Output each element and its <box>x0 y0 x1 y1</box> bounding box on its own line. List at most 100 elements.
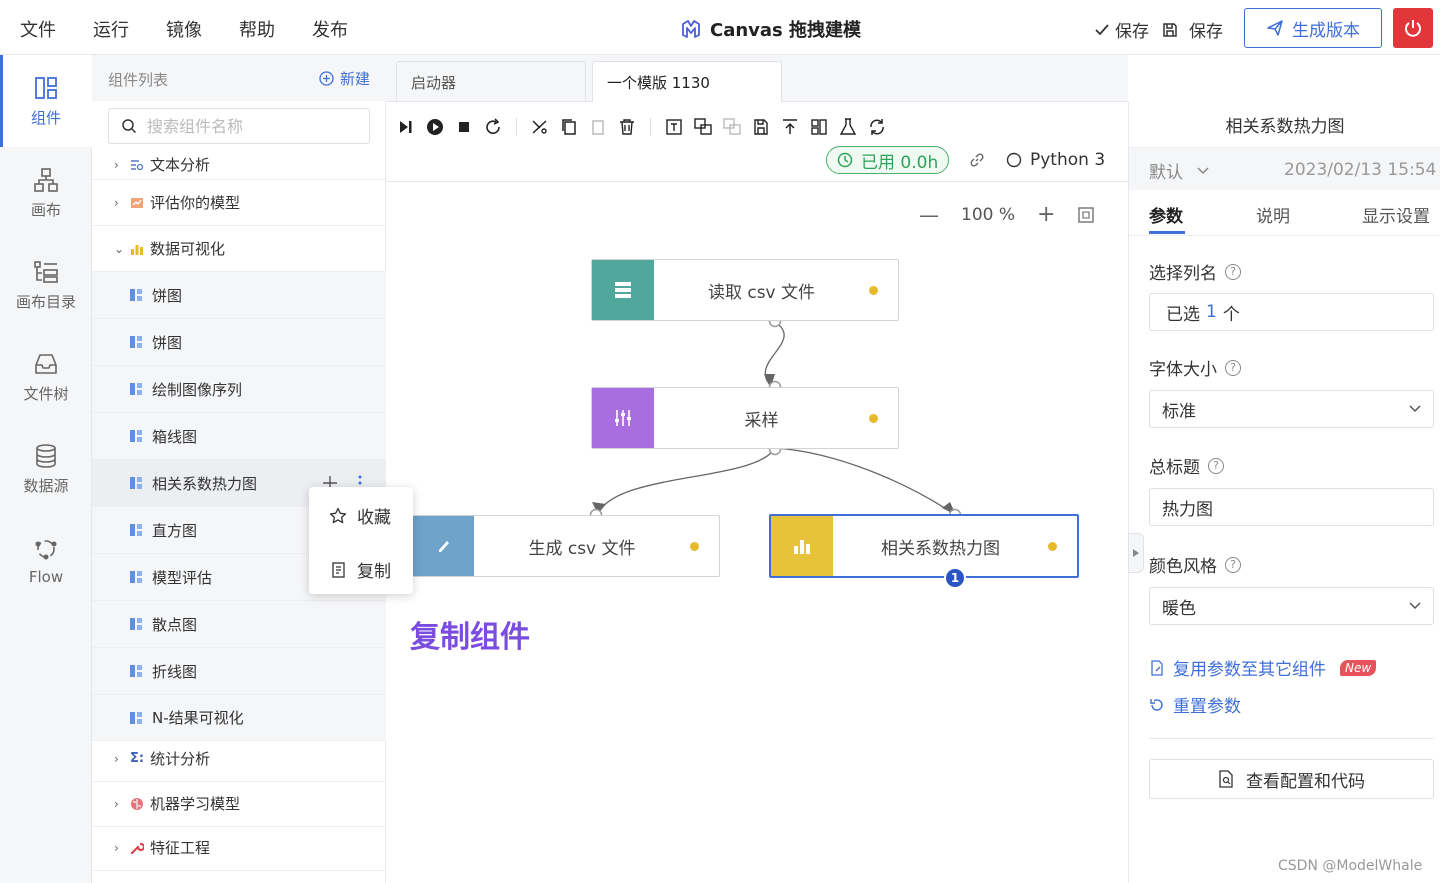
color-style-select[interactable]: 暖色 <box>1149 587 1434 625</box>
rail-item-components[interactable]: 组件 <box>0 55 92 147</box>
context-menu-favorite[interactable]: 收藏 <box>329 503 391 528</box>
tree-category-ml-models[interactable]: › 机器学习模型 <box>92 781 386 827</box>
tab-launcher[interactable]: 启动器 <box>396 61 586 102</box>
usage-text: 已用 0.0h <box>861 152 939 173</box>
node-read-csv[interactable]: 读取 csv 文件 <box>591 259 899 321</box>
wrench-icon <box>130 842 144 854</box>
generate-version-button[interactable]: 生成版本 <box>1244 8 1382 48</box>
component-panel-title: 组件列表 <box>108 71 169 89</box>
tree-category-evaluate-model[interactable]: › 评估你的模型 <box>92 180 386 226</box>
main-title-input[interactable]: 热力图 <box>1149 488 1434 526</box>
rail-item-directory[interactable]: 画布目录 <box>0 239 92 331</box>
top-bar: 文件 运行 镜像 帮助 发布 Canvas 拖拽建模 保存 保存 生成版本 <box>0 0 1440 55</box>
tree-leaf-box-plot[interactable]: 箱线图 <box>92 413 386 460</box>
panel-collapse-handle[interactable] <box>1128 533 1144 573</box>
leaf-component-icon <box>130 383 142 395</box>
cut-icon[interactable] <box>530 117 550 137</box>
search-input[interactable] <box>147 116 347 136</box>
tree-category-feature-eng[interactable]: › 特征工程 <box>92 825 386 871</box>
tree-category-text-analysis[interactable]: › 文本分析 <box>92 150 386 180</box>
tree-leaf-image-sequence[interactable]: 绘制图像序列 <box>92 366 386 413</box>
delete-icon[interactable] <box>617 117 637 137</box>
new-component-button[interactable]: 新建 <box>319 68 370 89</box>
menu-publish[interactable]: 发布 <box>312 16 348 42</box>
save-check-button[interactable]: 保存 <box>1093 17 1149 42</box>
view-config-code-button[interactable]: 查看配置和代码 <box>1149 759 1434 799</box>
reuse-params-link[interactable]: 复用参数至其它组件 New <box>1149 655 1377 680</box>
link-icon[interactable] <box>968 151 986 169</box>
text-box-icon[interactable] <box>664 117 684 137</box>
node-sample[interactable]: 采样 <box>591 387 899 449</box>
chevron-right-icon: › <box>114 751 119 766</box>
tab-bar: 启动器 一个模版 1130 <box>386 55 1128 102</box>
usage-badge: 已用 0.0h <box>826 146 950 174</box>
node-generate-csv[interactable]: 生成 csv 文件 <box>412 515 720 577</box>
font-size-field-label: 字体大小 ? <box>1149 355 1241 380</box>
copy-doc-icon <box>332 561 345 578</box>
layout-icon[interactable] <box>809 117 829 137</box>
reset-params-label: 重置参数 <box>1173 697 1241 717</box>
upload-icon[interactable] <box>780 117 800 137</box>
help-icon[interactable]: ? <box>1208 457 1224 474</box>
tab-params[interactable]: 参数 <box>1149 202 1183 227</box>
rail-item-canvas[interactable]: 画布 <box>0 147 92 239</box>
tab-description[interactable]: 说明 <box>1256 202 1290 227</box>
chevron-down-icon <box>1409 602 1421 610</box>
run-icon[interactable] <box>425 117 445 137</box>
save-as-icon[interactable] <box>751 117 771 137</box>
stop-icon[interactable] <box>454 117 474 137</box>
help-icon[interactable]: ? <box>1225 263 1241 280</box>
copy-icon[interactable] <box>559 117 579 137</box>
leaf-component-icon <box>130 524 142 536</box>
leaf-component-icon <box>130 477 142 489</box>
context-menu-label: 收藏 <box>357 508 391 528</box>
help-icon[interactable]: ? <box>1225 556 1241 573</box>
reset-params-link[interactable]: 重置参数 <box>1149 692 1241 717</box>
tree-category-stats[interactable]: › Σ: 统计分析 <box>92 736 386 782</box>
tree-leaf-line-chart[interactable]: 折线图 <box>92 648 386 695</box>
rail-item-datasource[interactable]: 数据源 <box>0 423 92 515</box>
tree-leaf-pie-chart-2[interactable]: 饼图 <box>92 319 386 366</box>
menu-file[interactable]: 文件 <box>20 16 56 42</box>
context-menu-copy[interactable]: 复制 <box>329 557 391 582</box>
group-icon[interactable] <box>693 117 713 137</box>
help-icon[interactable]: ? <box>1225 359 1241 376</box>
menu-help[interactable]: 帮助 <box>239 16 275 42</box>
menu-run[interactable]: 运行 <box>93 16 129 42</box>
sigma-icon: Σ: <box>130 751 145 766</box>
node-correlation-heatmap[interactable]: 相关系数热力图 <box>769 514 1079 578</box>
context-menu: 收藏 复制 <box>309 487 413 594</box>
tree-leaf-label: 箱线图 <box>152 427 198 446</box>
flow-canvas[interactable]: — 100 % + 读取 csv 文件 采样 生成 csv 文件 相关系数热力图… <box>386 182 1128 883</box>
rail-item-file-tree[interactable]: 文件树 <box>0 331 92 423</box>
app-title-text: Canvas 拖拽建模 <box>710 20 862 41</box>
run-to-end-icon[interactable] <box>396 117 416 137</box>
tree-leaf-n-result-viz[interactable]: N-结果可视化 <box>92 695 386 741</box>
node-badge: 1 <box>944 567 966 589</box>
tree-leaf-label: 散点图 <box>152 615 198 634</box>
font-size-select[interactable]: 标准 <box>1149 390 1434 428</box>
flask-icon[interactable] <box>838 117 858 137</box>
refresh-settings-icon[interactable] <box>867 117 887 137</box>
preset-select[interactable]: 默认 <box>1149 158 1209 183</box>
tree-category-data-viz[interactable]: ⌄ 数据可视化 <box>92 226 386 272</box>
tree-leaf-pie-chart[interactable]: 饼图 <box>92 272 386 319</box>
rail-label: 组件 <box>30 108 61 127</box>
ungroup-icon[interactable] <box>722 117 742 137</box>
tree-leaf-scatter[interactable]: 散点图 <box>92 601 386 648</box>
chevron-right-icon: › <box>114 157 119 172</box>
columns-select[interactable]: 已选 1 个 <box>1149 293 1434 331</box>
paste-icon[interactable] <box>588 117 608 137</box>
tab-template-1130[interactable]: 一个模版 1130 <box>592 61 782 102</box>
save-button[interactable]: 保存 <box>1161 17 1223 42</box>
rail-item-flow[interactable]: Flow <box>0 515 92 607</box>
restart-icon[interactable] <box>483 117 503 137</box>
properties-panel: 相关系数热力图 默认 2023/02/13 15:54 参数 说明 显示设置 选… <box>1128 102 1440 883</box>
tab-display-settings[interactable]: 显示设置 <box>1362 202 1430 227</box>
generate-version-label: 生成版本 <box>1292 20 1360 41</box>
power-button[interactable] <box>1393 8 1433 48</box>
chevron-right-icon: › <box>114 796 119 811</box>
kernel-status[interactable]: Python 3 <box>1006 150 1105 170</box>
rail-label: 数据源 <box>23 476 69 495</box>
menu-image[interactable]: 镜像 <box>166 16 202 42</box>
